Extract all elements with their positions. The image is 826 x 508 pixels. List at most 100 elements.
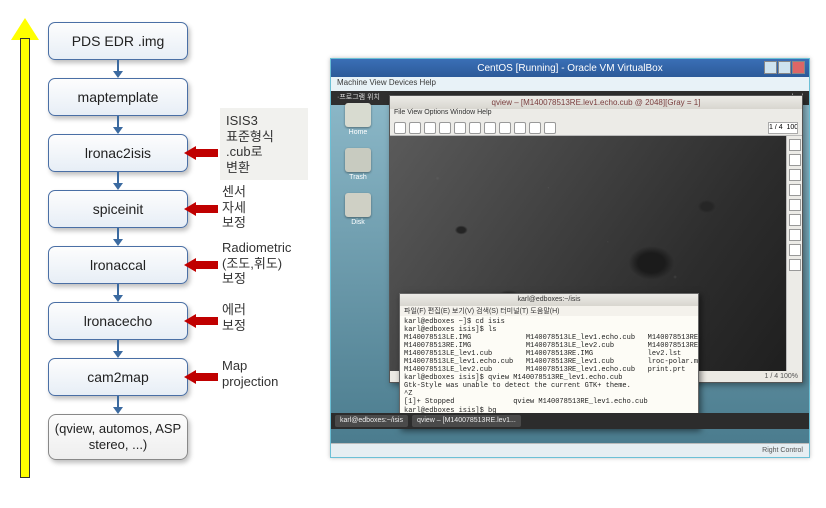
close-button[interactable] xyxy=(792,61,805,74)
tool-icon[interactable] xyxy=(789,199,801,211)
vm-menu-text: Machine View Devices Help xyxy=(337,78,436,87)
note-line: 변환 xyxy=(226,160,302,176)
vm-menubar[interactable]: Machine View Devices Help xyxy=(331,77,809,91)
find-icon[interactable] xyxy=(529,122,541,134)
step-cam2map: cam2map xyxy=(48,358,188,396)
tool-icon[interactable] xyxy=(789,154,801,166)
note-radiometric: Radiometric (조도,휘도) 보정 xyxy=(222,240,291,287)
minimize-button[interactable] xyxy=(764,61,777,74)
icon-label: Trash xyxy=(341,174,375,181)
vm-status-bar: Right Control xyxy=(331,443,809,457)
icon-label: Disk xyxy=(341,219,375,226)
note-line: projection xyxy=(222,374,278,390)
red-arrow-icon xyxy=(184,310,218,332)
step-outputs: (qview, automos, ASP stereo, ...) xyxy=(48,414,188,460)
note-line: .cub로 xyxy=(226,144,302,160)
flow-diagram: PDS EDR .img maptemplate lronac2isis spi… xyxy=(10,20,320,490)
terminal-menu-text: 파일(F) 편집(E) 보기(V) 검색(S) 터미널(T) 도움말(H) xyxy=(404,308,559,315)
note-line: (조도,휘도) xyxy=(222,256,291,272)
red-arrow-icon xyxy=(184,142,218,164)
qview-toolbar xyxy=(390,120,802,136)
drive-icon xyxy=(345,193,371,217)
fit-icon[interactable] xyxy=(454,122,466,134)
step-lronacecho: lronacecho xyxy=(48,302,188,340)
arrow-down-icon xyxy=(48,284,188,302)
icon-label: Home xyxy=(341,129,375,136)
refresh-icon[interactable] xyxy=(514,122,526,134)
flow-steps: PDS EDR .img maptemplate lronac2isis spi… xyxy=(48,22,198,460)
step-lronac2isis: lronac2isis xyxy=(48,134,188,172)
arrow-down-icon xyxy=(48,60,188,78)
qview-menu-text: File View Options Window Help xyxy=(394,109,492,116)
terminal-body[interactable]: karl@edboxes ~]$ cd isis karl@edboxes is… xyxy=(400,316,698,428)
tool-icon[interactable] xyxy=(789,184,801,196)
note-isis3-cub: ISIS3 표준형식 .cub로 변환 xyxy=(220,108,308,180)
red-arrow-icon xyxy=(184,198,218,220)
qview-menu[interactable]: File View Options Window Help xyxy=(390,109,802,120)
step-lronaccal: lronaccal xyxy=(48,246,188,284)
maximize-button[interactable] xyxy=(778,61,791,74)
arrow-down-icon xyxy=(48,172,188,190)
open-icon[interactable] xyxy=(394,122,406,134)
vm-titlebar[interactable]: CentOS [Running] - Oracle VM VirtualBox xyxy=(331,59,809,77)
red-arrow-icon xyxy=(184,254,218,276)
note-sensor-attitude: 센서 자세 보정 xyxy=(222,184,246,231)
note-line: 보정 xyxy=(222,318,246,334)
zoom-out-icon[interactable] xyxy=(439,122,451,134)
taskbar-item-qview[interactable]: qview – [M140078513RE.lev1... xyxy=(412,415,521,427)
note-map-projection: Map projection xyxy=(222,358,278,389)
terminal-window[interactable]: karl@edboxes:~/isis 파일(F) 편집(E) 보기(V) 검색… xyxy=(399,293,699,429)
tool-icon[interactable] xyxy=(789,229,801,241)
tool-icon[interactable] xyxy=(789,139,801,151)
desktop-icon-drive[interactable]: Disk xyxy=(341,193,375,226)
note-line: 보정 xyxy=(222,215,246,231)
trash-icon xyxy=(345,148,371,172)
note-line: ISIS3 xyxy=(226,113,302,129)
terminal-menu[interactable]: 파일(F) 편집(E) 보기(V) 검색(S) 터미널(T) 도움말(H) xyxy=(400,306,698,316)
gnome-taskbar: karl@edboxes:~/isis qview – [M140078513R… xyxy=(331,413,809,429)
print-icon[interactable] xyxy=(409,122,421,134)
zoom-in-icon[interactable] xyxy=(424,122,436,134)
vm-hostkey: Right Control xyxy=(762,447,803,454)
pipeline-arrow-up xyxy=(14,20,36,480)
arrow-down-icon xyxy=(48,340,188,358)
tool-icon[interactable] xyxy=(789,244,801,256)
folder-icon xyxy=(345,103,371,127)
taskbar-item-terminal[interactable]: karl@edboxes:~/isis xyxy=(335,415,408,427)
tool-icon[interactable] xyxy=(789,214,801,226)
stretch-icon[interactable] xyxy=(499,122,511,134)
step-label: (qview, automos, ASP stereo, ...) xyxy=(49,421,187,452)
histogram-icon[interactable] xyxy=(544,122,556,134)
step-maptemplate: maptemplate xyxy=(48,78,188,116)
step-label: spiceinit xyxy=(93,201,144,217)
step-label: lronac2isis xyxy=(85,145,151,161)
zoom-input[interactable] xyxy=(768,122,798,134)
desktop-icon-home[interactable]: Home xyxy=(341,103,375,136)
red-arrow-icon xyxy=(184,366,218,388)
qview-side-toolbar xyxy=(786,136,802,371)
terminal-title: karl@edboxes:~/isis xyxy=(400,294,698,306)
arrow-down-icon xyxy=(48,228,188,246)
step-label: lronacecho xyxy=(84,313,153,329)
step-label: PDS EDR .img xyxy=(72,33,165,49)
note-line: 표준형식 xyxy=(226,129,302,145)
guest-desktop: ·프로그램 위치 karl Home Trash Disk qview – [M… xyxy=(331,91,809,443)
step-label: lronaccal xyxy=(90,257,146,273)
tool-icon[interactable] xyxy=(789,259,801,271)
arrow-down-icon xyxy=(48,116,188,134)
window-controls xyxy=(763,61,805,74)
note-error-correction: 에러 보정 xyxy=(222,302,246,333)
pan-icon[interactable] xyxy=(469,122,481,134)
note-line: 센서 xyxy=(222,184,246,200)
arrow-down-icon xyxy=(48,396,188,414)
status-right: 1 / 4 100% xyxy=(765,371,798,382)
virtualbox-window: CentOS [Running] - Oracle VM VirtualBox … xyxy=(330,58,810,458)
step-spiceinit: spiceinit xyxy=(48,190,188,228)
desktop-icons: Home Trash Disk xyxy=(341,103,385,238)
desktop-icon-trash[interactable]: Trash xyxy=(341,148,375,181)
tool-icon[interactable] xyxy=(789,169,801,181)
step-label: cam2map xyxy=(87,369,148,385)
note-line: 자세 xyxy=(222,200,246,216)
measure-icon[interactable] xyxy=(484,122,496,134)
vm-title: CentOS [Running] - Oracle VM VirtualBox xyxy=(477,63,662,74)
